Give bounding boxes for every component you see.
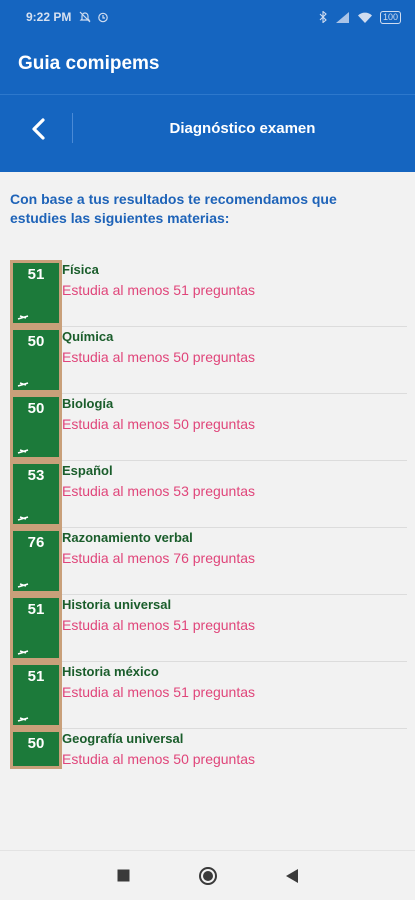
square-icon bbox=[117, 869, 130, 882]
list-item[interactable]: 50 Biología Estudia al menos 50 pregunta… bbox=[10, 394, 407, 461]
alarm-icon bbox=[98, 12, 109, 23]
chalk-icon bbox=[17, 315, 29, 320]
list-item[interactable]: 50 Geografía universal Estudia al menos … bbox=[10, 729, 407, 796]
chalk-icon bbox=[17, 717, 29, 722]
chalkboard-icon: 51 bbox=[10, 595, 62, 662]
list-item[interactable]: 51 Física Estudia al menos 51 preguntas bbox=[10, 260, 407, 327]
chalk-icon bbox=[17, 650, 29, 655]
subject-name: Historia méxico bbox=[62, 664, 159, 679]
chalk-icon bbox=[17, 516, 29, 521]
page-title: Diagnóstico examen bbox=[169, 120, 316, 137]
back-button[interactable] bbox=[18, 109, 58, 149]
chalkboard-icon: 53 bbox=[10, 461, 62, 528]
chalk-icon bbox=[17, 583, 29, 588]
triangle-back-icon bbox=[285, 868, 298, 883]
subject-name: Historia universal bbox=[62, 597, 172, 612]
chalkboard-icon: 50 bbox=[10, 327, 62, 394]
system-nav-bar bbox=[0, 850, 415, 900]
chevron-left-icon bbox=[32, 118, 45, 140]
question-count: 51 bbox=[27, 601, 45, 618]
sub-header: Diagnóstico examen bbox=[0, 94, 415, 172]
recommendation-text: Estudia al menos 51 preguntas bbox=[62, 617, 256, 633]
chalkboard-icon: 51 bbox=[10, 260, 62, 327]
recent-apps-button[interactable] bbox=[112, 864, 136, 888]
question-count: 76 bbox=[27, 534, 45, 551]
chalkboard-icon: 51 bbox=[10, 662, 62, 729]
mute-icon bbox=[79, 11, 91, 23]
recommendation-text: Estudia al menos 76 preguntas bbox=[62, 550, 256, 566]
question-count: 53 bbox=[27, 467, 45, 484]
subject-name: Química bbox=[62, 329, 114, 344]
chalkboard-icon: 50 bbox=[10, 394, 62, 461]
recommendation-text: Estudia al menos 50 preguntas bbox=[62, 751, 256, 767]
status-bar: 9:22 PM 100 bbox=[0, 0, 415, 34]
header-divider bbox=[72, 113, 73, 143]
back-nav-button[interactable] bbox=[280, 864, 304, 888]
question-count: 51 bbox=[27, 266, 45, 283]
circle-icon bbox=[198, 866, 217, 885]
chalkboard-icon: 76 bbox=[10, 528, 62, 595]
list-item[interactable]: 50 Química Estudia al menos 50 preguntas bbox=[10, 327, 407, 394]
chalkboard-icon: 50 bbox=[10, 729, 62, 769]
signal-icon bbox=[335, 11, 349, 23]
status-time: 9:22 PM bbox=[26, 10, 72, 24]
subject-name: Razonamiento verbal bbox=[62, 530, 193, 545]
bluetooth-icon bbox=[319, 11, 327, 23]
list-item[interactable]: 51 Historia méxico Estudia al menos 51 p… bbox=[10, 662, 407, 729]
list-item[interactable]: 76 Razonamiento verbal Estudia al menos … bbox=[10, 528, 407, 595]
recommendation-text: Estudia al menos 50 preguntas bbox=[62, 349, 256, 365]
intro-text: Con base a tus resultados te recomendamo… bbox=[10, 191, 337, 226]
question-count: 50 bbox=[27, 400, 45, 417]
home-button[interactable] bbox=[196, 864, 220, 888]
list-item[interactable]: 51 Historia universal Estudia al menos 5… bbox=[10, 595, 407, 662]
battery-icon: 100 bbox=[379, 10, 401, 24]
question-count: 50 bbox=[27, 333, 45, 350]
recommendation-text: Estudia al menos 51 preguntas bbox=[62, 282, 256, 298]
question-count: 51 bbox=[27, 668, 45, 685]
subject-name: Español bbox=[62, 463, 113, 478]
chalk-icon bbox=[17, 449, 29, 454]
recommendation-text: Estudia al menos 53 preguntas bbox=[62, 483, 256, 499]
subject-list: 51 Física Estudia al menos 51 preguntas … bbox=[10, 260, 407, 796]
question-count: 50 bbox=[27, 735, 45, 752]
app-bar: Guia comipems bbox=[0, 34, 415, 94]
recommendation-text: Estudia al menos 51 preguntas bbox=[62, 684, 256, 700]
subject-name: Geografía universal bbox=[62, 731, 184, 746]
wifi-icon bbox=[357, 12, 372, 23]
subject-name: Física bbox=[62, 262, 99, 277]
list-item[interactable]: 53 Español Estudia al menos 53 preguntas bbox=[10, 461, 407, 528]
app-title: Guia comipems bbox=[18, 53, 160, 74]
chalk-icon bbox=[17, 382, 29, 387]
recommendation-text: Estudia al menos 50 preguntas bbox=[62, 416, 256, 432]
subject-name: Biología bbox=[62, 396, 114, 411]
